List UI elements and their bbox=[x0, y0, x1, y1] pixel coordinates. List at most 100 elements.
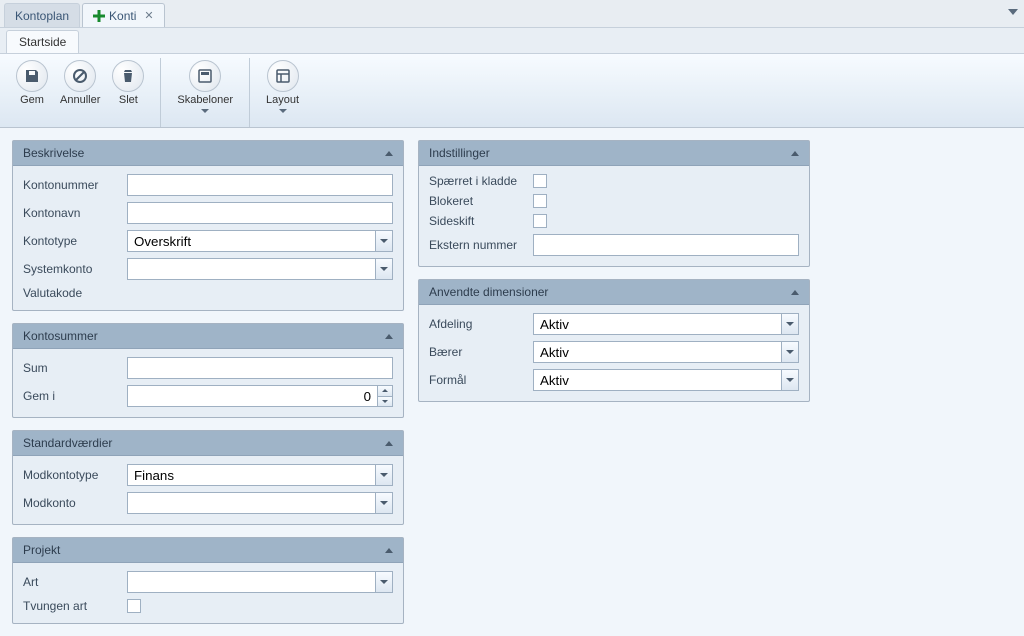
baerer-combo[interactable] bbox=[533, 341, 799, 363]
panel-header[interactable]: Projekt bbox=[13, 538, 403, 563]
formaal-label: Formål bbox=[429, 373, 525, 387]
subtab-bar: Startside bbox=[0, 28, 1024, 54]
collapse-icon[interactable] bbox=[385, 151, 393, 156]
plus-icon bbox=[93, 10, 105, 22]
toolgroup-actions: Gem Annuller Slet bbox=[6, 58, 161, 127]
form-area: Beskrivelse Kontonummer Kontonavn Kontot… bbox=[0, 128, 1024, 636]
spin-down-button[interactable] bbox=[377, 396, 393, 408]
chevron-down-icon[interactable] bbox=[781, 341, 799, 363]
baerer-label: Bærer bbox=[429, 345, 525, 359]
collapse-icon[interactable] bbox=[791, 151, 799, 156]
tab-bar: Kontoplan Konti ✕ bbox=[0, 0, 1024, 28]
subtab-startside[interactable]: Startside bbox=[6, 30, 79, 53]
modkonto-value[interactable] bbox=[127, 492, 375, 514]
kontotype-combo[interactable] bbox=[127, 230, 393, 252]
save-icon bbox=[16, 60, 48, 92]
collapse-icon[interactable] bbox=[385, 334, 393, 339]
tab-kontoplan[interactable]: Kontoplan bbox=[4, 3, 80, 27]
panel-header[interactable]: Beskrivelse bbox=[13, 141, 403, 166]
ekstern-label: Ekstern nummer bbox=[429, 238, 525, 252]
toolgroup-templates: Skabeloner bbox=[167, 58, 250, 127]
panel-title: Standardværdier bbox=[23, 436, 112, 450]
button-label: Skabeloner bbox=[177, 94, 233, 106]
sum-input[interactable] bbox=[127, 357, 393, 379]
afdeling-value[interactable] bbox=[533, 313, 781, 335]
delete-button[interactable]: Slet bbox=[106, 58, 150, 108]
art-value[interactable] bbox=[127, 571, 375, 593]
systemkonto-value[interactable] bbox=[127, 258, 375, 280]
panel-header[interactable]: Indstillinger bbox=[419, 141, 809, 166]
chevron-down-icon[interactable] bbox=[375, 464, 393, 486]
panel-kontosummer: Kontosummer Sum Gem i bbox=[12, 323, 404, 418]
systemkonto-label: Systemkonto bbox=[23, 262, 119, 276]
close-icon[interactable]: ✕ bbox=[144, 9, 153, 22]
formaal-combo[interactable] bbox=[533, 369, 799, 391]
spaerret-checkbox[interactable] bbox=[533, 174, 547, 188]
trash-icon bbox=[112, 60, 144, 92]
gem-i-spin[interactable] bbox=[127, 385, 393, 407]
art-combo[interactable] bbox=[127, 571, 393, 593]
template-icon bbox=[189, 60, 221, 92]
toolgroup-layout: Layout bbox=[256, 58, 315, 127]
panel-header[interactable]: Anvendte dimensioner bbox=[419, 280, 809, 305]
toolbar: Gem Annuller Slet Skabeloner bbox=[0, 54, 1024, 128]
blokeret-label: Blokeret bbox=[429, 194, 525, 208]
cancel-icon bbox=[64, 60, 96, 92]
kontotype-value[interactable] bbox=[127, 230, 375, 252]
kontonavn-input[interactable] bbox=[127, 202, 393, 224]
collapse-icon[interactable] bbox=[791, 290, 799, 295]
layout-button[interactable]: Layout bbox=[260, 58, 305, 115]
panel-title: Projekt bbox=[23, 543, 60, 557]
systemkonto-combo[interactable] bbox=[127, 258, 393, 280]
panel-title: Kontosummer bbox=[23, 329, 98, 343]
modkontotype-combo[interactable] bbox=[127, 464, 393, 486]
gem-i-label: Gem i bbox=[23, 389, 119, 403]
formaal-value[interactable] bbox=[533, 369, 781, 391]
chevron-down-icon[interactable] bbox=[375, 258, 393, 280]
chevron-down-icon[interactable] bbox=[375, 492, 393, 514]
panel-standardvaerdier: Standardværdier Modkontotype Modkonto bbox=[12, 430, 404, 525]
button-label: Layout bbox=[266, 94, 299, 106]
chevron-down-icon[interactable] bbox=[375, 571, 393, 593]
chevron-down-icon bbox=[279, 109, 287, 113]
cancel-button[interactable]: Annuller bbox=[54, 58, 106, 108]
panel-beskrivelse: Beskrivelse Kontonummer Kontonavn Kontot… bbox=[12, 140, 404, 311]
sideskift-label: Sideskift bbox=[429, 214, 525, 228]
tab-overflow-button[interactable] bbox=[1008, 6, 1018, 20]
modkonto-combo[interactable] bbox=[127, 492, 393, 514]
layout-icon bbox=[267, 60, 299, 92]
baerer-value[interactable] bbox=[533, 341, 781, 363]
tvungen-art-checkbox[interactable] bbox=[127, 599, 141, 613]
kontonummer-input[interactable] bbox=[127, 174, 393, 196]
valutakode-label: Valutakode bbox=[23, 286, 119, 300]
chevron-down-icon[interactable] bbox=[781, 313, 799, 335]
collapse-icon[interactable] bbox=[385, 441, 393, 446]
panel-header[interactable]: Standardværdier bbox=[13, 431, 403, 456]
modkontotype-value[interactable] bbox=[127, 464, 375, 486]
tab-konti[interactable]: Konti ✕ bbox=[82, 3, 165, 27]
panel-body: Kontonummer Kontonavn Kontotype bbox=[13, 166, 403, 310]
afdeling-combo[interactable] bbox=[533, 313, 799, 335]
ekstern-input[interactable] bbox=[533, 234, 799, 256]
collapse-icon[interactable] bbox=[385, 548, 393, 553]
button-label: Annuller bbox=[60, 94, 100, 106]
panel-header[interactable]: Kontosummer bbox=[13, 324, 403, 349]
chevron-down-icon bbox=[201, 109, 209, 113]
sideskift-checkbox[interactable] bbox=[533, 214, 547, 228]
modkontotype-label: Modkontotype bbox=[23, 468, 119, 482]
chevron-down-icon[interactable] bbox=[375, 230, 393, 252]
save-button[interactable]: Gem bbox=[10, 58, 54, 108]
afdeling-label: Afdeling bbox=[429, 317, 525, 331]
chevron-down-icon[interactable] bbox=[781, 369, 799, 391]
spaerret-label: Spærret i kladde bbox=[429, 174, 525, 188]
templates-button[interactable]: Skabeloner bbox=[171, 58, 239, 115]
gem-i-value[interactable] bbox=[127, 385, 377, 407]
left-column: Beskrivelse Kontonummer Kontonavn Kontot… bbox=[12, 140, 404, 624]
spin-up-button[interactable] bbox=[377, 385, 393, 396]
right-column: Indstillinger Spærret i kladde Blokeret … bbox=[418, 140, 810, 624]
button-label: Slet bbox=[119, 94, 138, 106]
panel-title: Anvendte dimensioner bbox=[429, 285, 548, 299]
kontotype-label: Kontotype bbox=[23, 234, 119, 248]
panel-anvendte-dimensioner: Anvendte dimensioner Afdeling Bærer bbox=[418, 279, 810, 402]
blokeret-checkbox[interactable] bbox=[533, 194, 547, 208]
